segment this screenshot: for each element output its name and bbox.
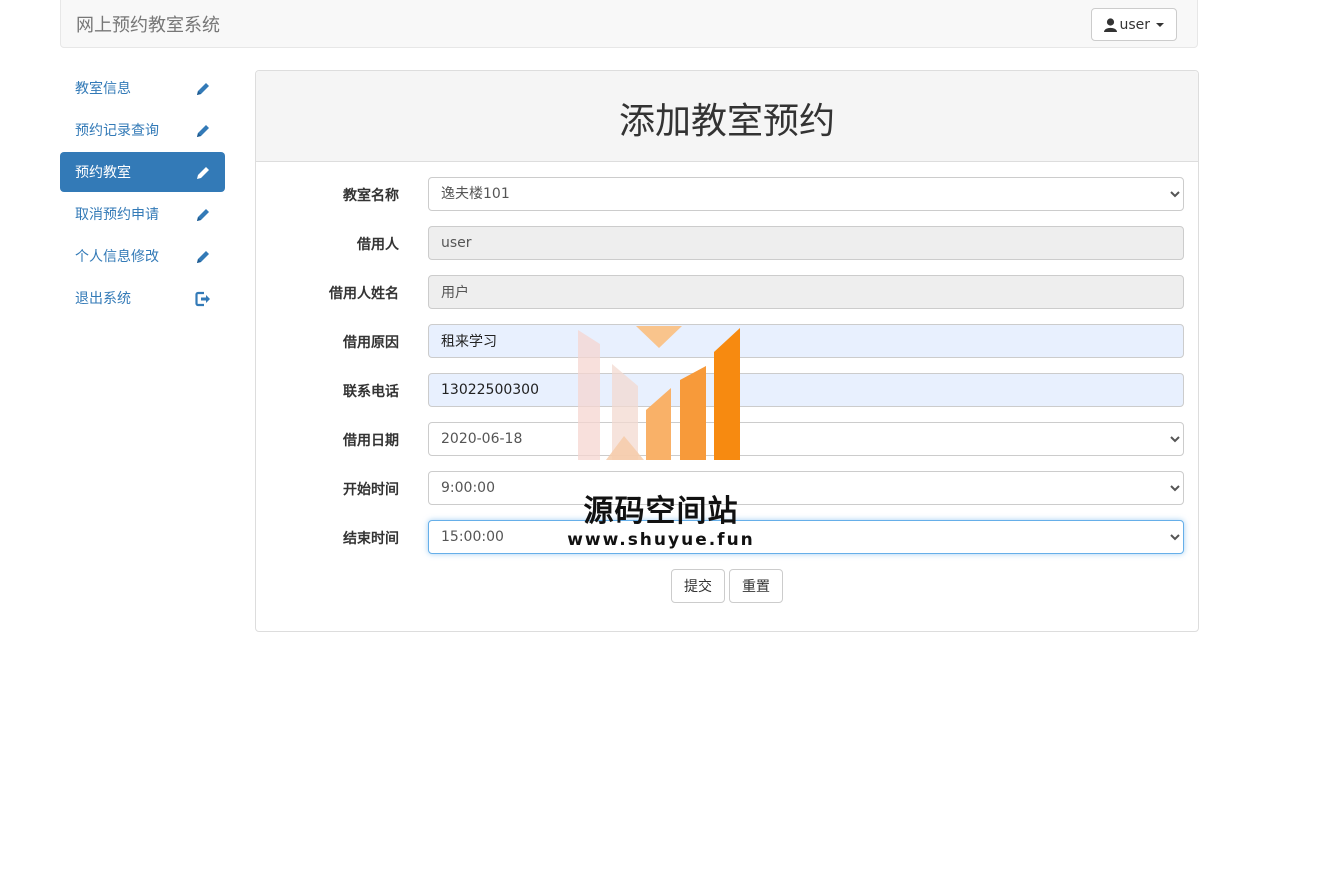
borrower-name-label: 借用人姓名 [329,286,399,302]
form-row-borrower: 借用人 [256,226,1198,260]
form-row-start-time: 开始时间 9:00:00 [256,471,1198,505]
form-row-end-time: 结束时间 15:00:00 [256,520,1198,554]
pencil-icon [195,123,211,139]
date-select[interactable]: 2020-06-18 [428,422,1184,456]
borrower-label: 借用人 [357,237,399,253]
user-menu-label: user [1119,16,1150,33]
reason-label: 借用原因 [343,335,399,351]
form-row-reason: 借用原因 [256,324,1198,358]
form-row-classroom: 教室名称 逸夫楼101 [256,177,1198,211]
phone-label: 联系电话 [343,384,399,400]
borrower-name-input[interactable] [428,275,1184,309]
form-row-borrower-name: 借用人姓名 [256,275,1198,309]
sidebar-nav: 教室信息 预约记录查询 预约教室 取消预约申请 个人信息修改 退出系统 [60,68,225,320]
reservation-panel: 添加教室预约 教室名称 逸夫楼101 借用人 借用人姓名 借用原因 联系电话 借… [255,70,1199,632]
date-label: 借用日期 [343,433,399,449]
reason-input[interactable] [428,324,1184,358]
sidebar-item-label: 个人信息修改 [75,249,159,265]
user-menu-button[interactable]: user [1091,8,1177,41]
sidebar-item-edit-profile[interactable]: 个人信息修改 [60,236,225,276]
form-row-phone: 联系电话 [256,373,1198,407]
pencil-icon [195,165,211,181]
caret-down-icon [1156,22,1164,27]
pencil-icon [195,207,211,223]
sidebar-item-label: 教室信息 [75,81,131,97]
start-time-select[interactable]: 9:00:00 [428,471,1184,505]
classroom-label: 教室名称 [343,188,399,204]
reset-button[interactable]: 重置 [729,569,783,603]
panel-header: 添加教室预约 [256,71,1198,162]
sidebar-item-label: 退出系统 [75,291,131,307]
sidebar-item-label: 预约教室 [75,165,131,181]
sidebar-item-reserve-classroom[interactable]: 预约教室 [60,152,225,192]
phone-input[interactable] [428,373,1184,407]
log-out-icon [195,291,211,307]
sidebar-item-classroom-info[interactable]: 教室信息 [60,68,225,108]
app-brand[interactable]: 网上预约教室系统 [76,11,220,37]
pencil-icon [195,249,211,265]
sidebar-item-reservation-records[interactable]: 预约记录查询 [60,110,225,150]
end-time-select[interactable]: 15:00:00 [428,520,1184,554]
page-title: 添加教室预约 [618,101,835,142]
pencil-icon [195,81,211,97]
classroom-select[interactable]: 逸夫楼101 [428,177,1184,211]
start-time-label: 开始时间 [343,482,399,498]
form-actions: 提交 重置 [256,569,1198,603]
sidebar-item-logout[interactable]: 退出系统 [60,278,225,318]
borrower-input[interactable] [428,226,1184,260]
submit-button[interactable]: 提交 [671,569,725,603]
form-row-date: 借用日期 2020-06-18 [256,422,1198,456]
user-icon [1104,17,1118,32]
sidebar-item-label: 取消预约申请 [75,207,159,223]
sidebar-item-cancel-reservation[interactable]: 取消预约申请 [60,194,225,234]
sidebar-item-label: 预约记录查询 [75,123,159,139]
top-navbar: 网上预约教室系统 user [60,0,1198,48]
end-time-label: 结束时间 [343,531,399,547]
